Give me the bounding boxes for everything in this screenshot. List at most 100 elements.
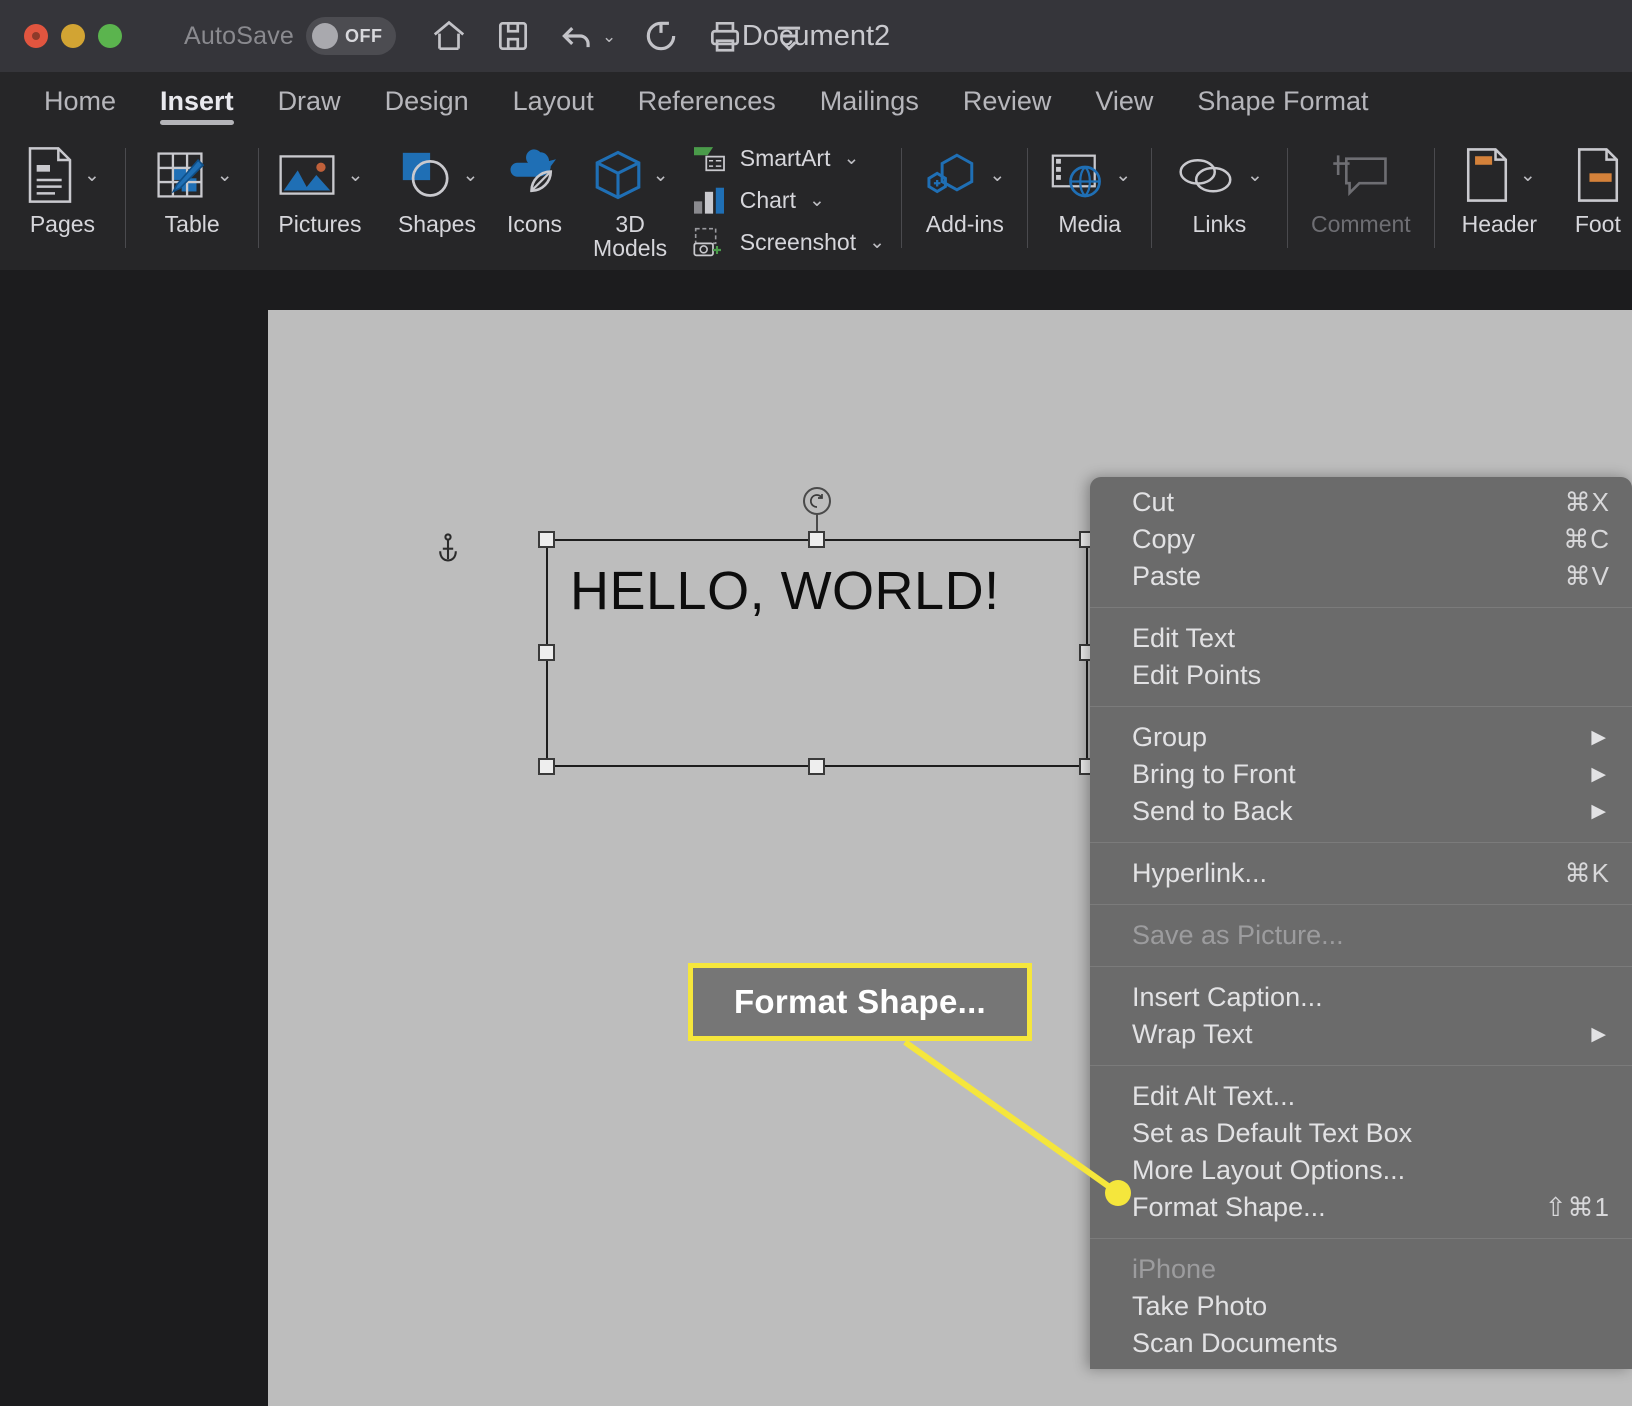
menu-item-cut[interactable]: Cut ⌘X — [1090, 484, 1632, 521]
chevron-down-icon[interactable]: ⌄ — [217, 166, 233, 185]
menu-item-set-as-default-text-box[interactable]: Set as Default Text Box — [1090, 1115, 1632, 1152]
menu-item-copy[interactable]: Copy ⌘C — [1090, 521, 1632, 558]
text-box-content[interactable]: HELLO, WORLD! — [570, 560, 1000, 622]
rotate-handle-icon[interactable] — [803, 487, 831, 515]
ribbon-button-pages[interactable]: ⌄ Pages — [0, 130, 125, 270]
chevron-down-icon[interactable]: ⌄ — [809, 191, 825, 210]
tab-layout[interactable]: Layout — [491, 72, 616, 130]
tab-view[interactable]: View — [1073, 72, 1175, 130]
menu-item-scan-documents[interactable]: Scan Documents — [1090, 1325, 1632, 1362]
icons-icon — [510, 149, 556, 193]
menu-item-group[interactable]: Group ▶ — [1090, 719, 1632, 756]
menu-divider — [1090, 1065, 1632, 1066]
resize-handle-top-left[interactable] — [538, 531, 555, 548]
tab-design[interactable]: Design — [363, 72, 491, 130]
redo-icon[interactable] — [642, 17, 680, 55]
chevron-down-icon[interactable]: ⌄ — [602, 28, 616, 45]
ribbon-button-smartart[interactable]: SmartArt ⌄ — [691, 138, 902, 178]
chevron-down-icon[interactable]: ⌄ — [653, 166, 669, 185]
autosave-label: AutoSave — [184, 21, 295, 50]
ribbon-button-header[interactable]: ⌄ Header — [1435, 130, 1564, 270]
menu-item-shortcut: ⇧⌘1 — [1544, 1192, 1610, 1222]
maximize-button[interactable] — [98, 24, 122, 48]
chevron-down-icon[interactable]: ⌄ — [1247, 166, 1263, 185]
menu-item-edit-alt-text[interactable]: Edit Alt Text... — [1090, 1078, 1632, 1115]
ribbon-label-media: Media — [1058, 211, 1121, 237]
table-icon — [157, 152, 204, 198]
resize-handle-middle-left[interactable] — [538, 644, 555, 661]
chevron-down-icon[interactable]: ⌄ — [1115, 166, 1131, 185]
menu-item-edit-text[interactable]: Edit Text — [1090, 620, 1632, 657]
menu-item-take-photo[interactable]: Take Photo — [1090, 1288, 1632, 1325]
menu-item-label: Wrap Text — [1132, 1019, 1253, 1049]
menu-item-shortcut: ⌘X — [1564, 487, 1610, 517]
chevron-down-icon[interactable]: ⌄ — [989, 166, 1005, 185]
menu-item-more-layout-options[interactable]: More Layout Options... — [1090, 1152, 1632, 1189]
chevron-down-icon[interactable]: ⌄ — [1520, 166, 1536, 185]
menu-item-label: Paste — [1132, 561, 1202, 591]
menu-item-insert-caption[interactable]: Insert Caption... — [1090, 979, 1632, 1016]
chevron-down-icon[interactable]: ⌄ — [843, 149, 859, 168]
submenu-arrow-icon: ▶ — [1591, 764, 1606, 785]
menu-item-send-to-back[interactable]: Send to Back ▶ — [1090, 793, 1632, 830]
chevron-down-icon[interactable]: ⌄ — [463, 166, 479, 185]
ribbon-button-add-ins[interactable]: ⌄ Add-ins — [902, 130, 1027, 270]
resize-handle-bottom-center[interactable] — [808, 758, 825, 775]
ribbon-button-chart[interactable]: Chart ⌄ — [691, 180, 902, 220]
customize-toolbar-icon[interactable] — [770, 17, 808, 55]
menu-item-label: Save as Picture... — [1132, 920, 1344, 950]
menu-item-label: Group — [1132, 722, 1208, 752]
comment-icon — [1333, 155, 1387, 197]
menu-item-label: Format Shape... — [1132, 1192, 1326, 1222]
menu-item-wrap-text[interactable]: Wrap Text ▶ — [1090, 1016, 1632, 1053]
add-ins-icon — [927, 153, 974, 194]
ribbon-button-pictures[interactable]: ⌄ Pictures — [259, 130, 380, 270]
ribbon-button-media[interactable]: ⌄ Media — [1028, 130, 1151, 270]
autosave-toggle[interactable]: OFF — [306, 17, 397, 55]
chevron-down-icon[interactable]: ⌄ — [84, 166, 100, 185]
chevron-down-icon[interactable]: ⌄ — [347, 166, 363, 185]
ribbon-button-3d-models[interactable]: ⌄ 3D Models — [575, 130, 684, 270]
home-icon[interactable] — [430, 17, 468, 55]
ribbon-label-footer: Foot — [1574, 211, 1621, 237]
ribbon-button-links[interactable]: ⌄ Links — [1152, 130, 1287, 270]
menu-group-hyperlink: Hyperlink... ⌘K — [1090, 848, 1632, 899]
tab-references[interactable]: References — [616, 72, 798, 130]
save-icon[interactable] — [494, 17, 532, 55]
ribbon-button-icons[interactable]: Icons — [494, 130, 576, 270]
ribbon-button-comment[interactable]: Comment — [1288, 130, 1434, 270]
ribbon-button-table[interactable]: ⌄ Table — [126, 130, 259, 270]
menu-item-label: Edit Points — [1132, 660, 1262, 690]
tab-draw[interactable]: Draw — [256, 72, 363, 130]
ribbon-button-screenshot[interactable]: Screenshot ⌄ — [691, 222, 902, 262]
menu-item-hyperlink[interactable]: Hyperlink... ⌘K — [1090, 855, 1632, 892]
menu-item-format-shape[interactable]: Format Shape... ⇧⌘1 — [1090, 1189, 1632, 1226]
menu-item-label: iPhone — [1132, 1254, 1217, 1284]
tab-mailings[interactable]: Mailings — [798, 72, 941, 130]
close-button[interactable] — [24, 24, 48, 48]
minimize-button[interactable] — [61, 24, 85, 48]
ribbon-label-header: Header — [1461, 211, 1538, 237]
ribbon-label-chart: Chart — [739, 186, 796, 213]
menu-divider — [1090, 706, 1632, 707]
menu-item-bring-to-front[interactable]: Bring to Front ▶ — [1090, 756, 1632, 793]
resize-handle-bottom-left[interactable] — [538, 758, 555, 775]
tab-shape-format[interactable]: Shape Format — [1175, 72, 1390, 130]
ribbon-button-footer[interactable]: Foot — [1564, 130, 1632, 270]
menu-item-edit-points[interactable]: Edit Points — [1090, 657, 1632, 694]
anchor-icon — [439, 533, 457, 562]
autosave-control[interactable]: AutoSave OFF — [184, 17, 397, 55]
chevron-down-icon[interactable]: ⌄ — [869, 233, 885, 252]
tab-review[interactable]: Review — [941, 72, 1074, 130]
tab-home[interactable]: Home — [22, 72, 138, 130]
menu-divider — [1090, 607, 1632, 608]
ribbon-label-pages: Pages — [29, 211, 96, 237]
smartart-icon — [693, 147, 725, 172]
undo-group[interactable]: ⌄ — [558, 17, 616, 55]
menu-item-paste[interactable]: Paste ⌘V — [1090, 558, 1632, 595]
ribbon-button-shapes[interactable]: ⌄ Shapes — [380, 130, 493, 270]
print-icon[interactable] — [706, 17, 744, 55]
resize-handle-top-center[interactable] — [808, 531, 825, 548]
tab-insert[interactable]: Insert — [138, 72, 256, 130]
undo-icon[interactable] — [558, 17, 596, 55]
